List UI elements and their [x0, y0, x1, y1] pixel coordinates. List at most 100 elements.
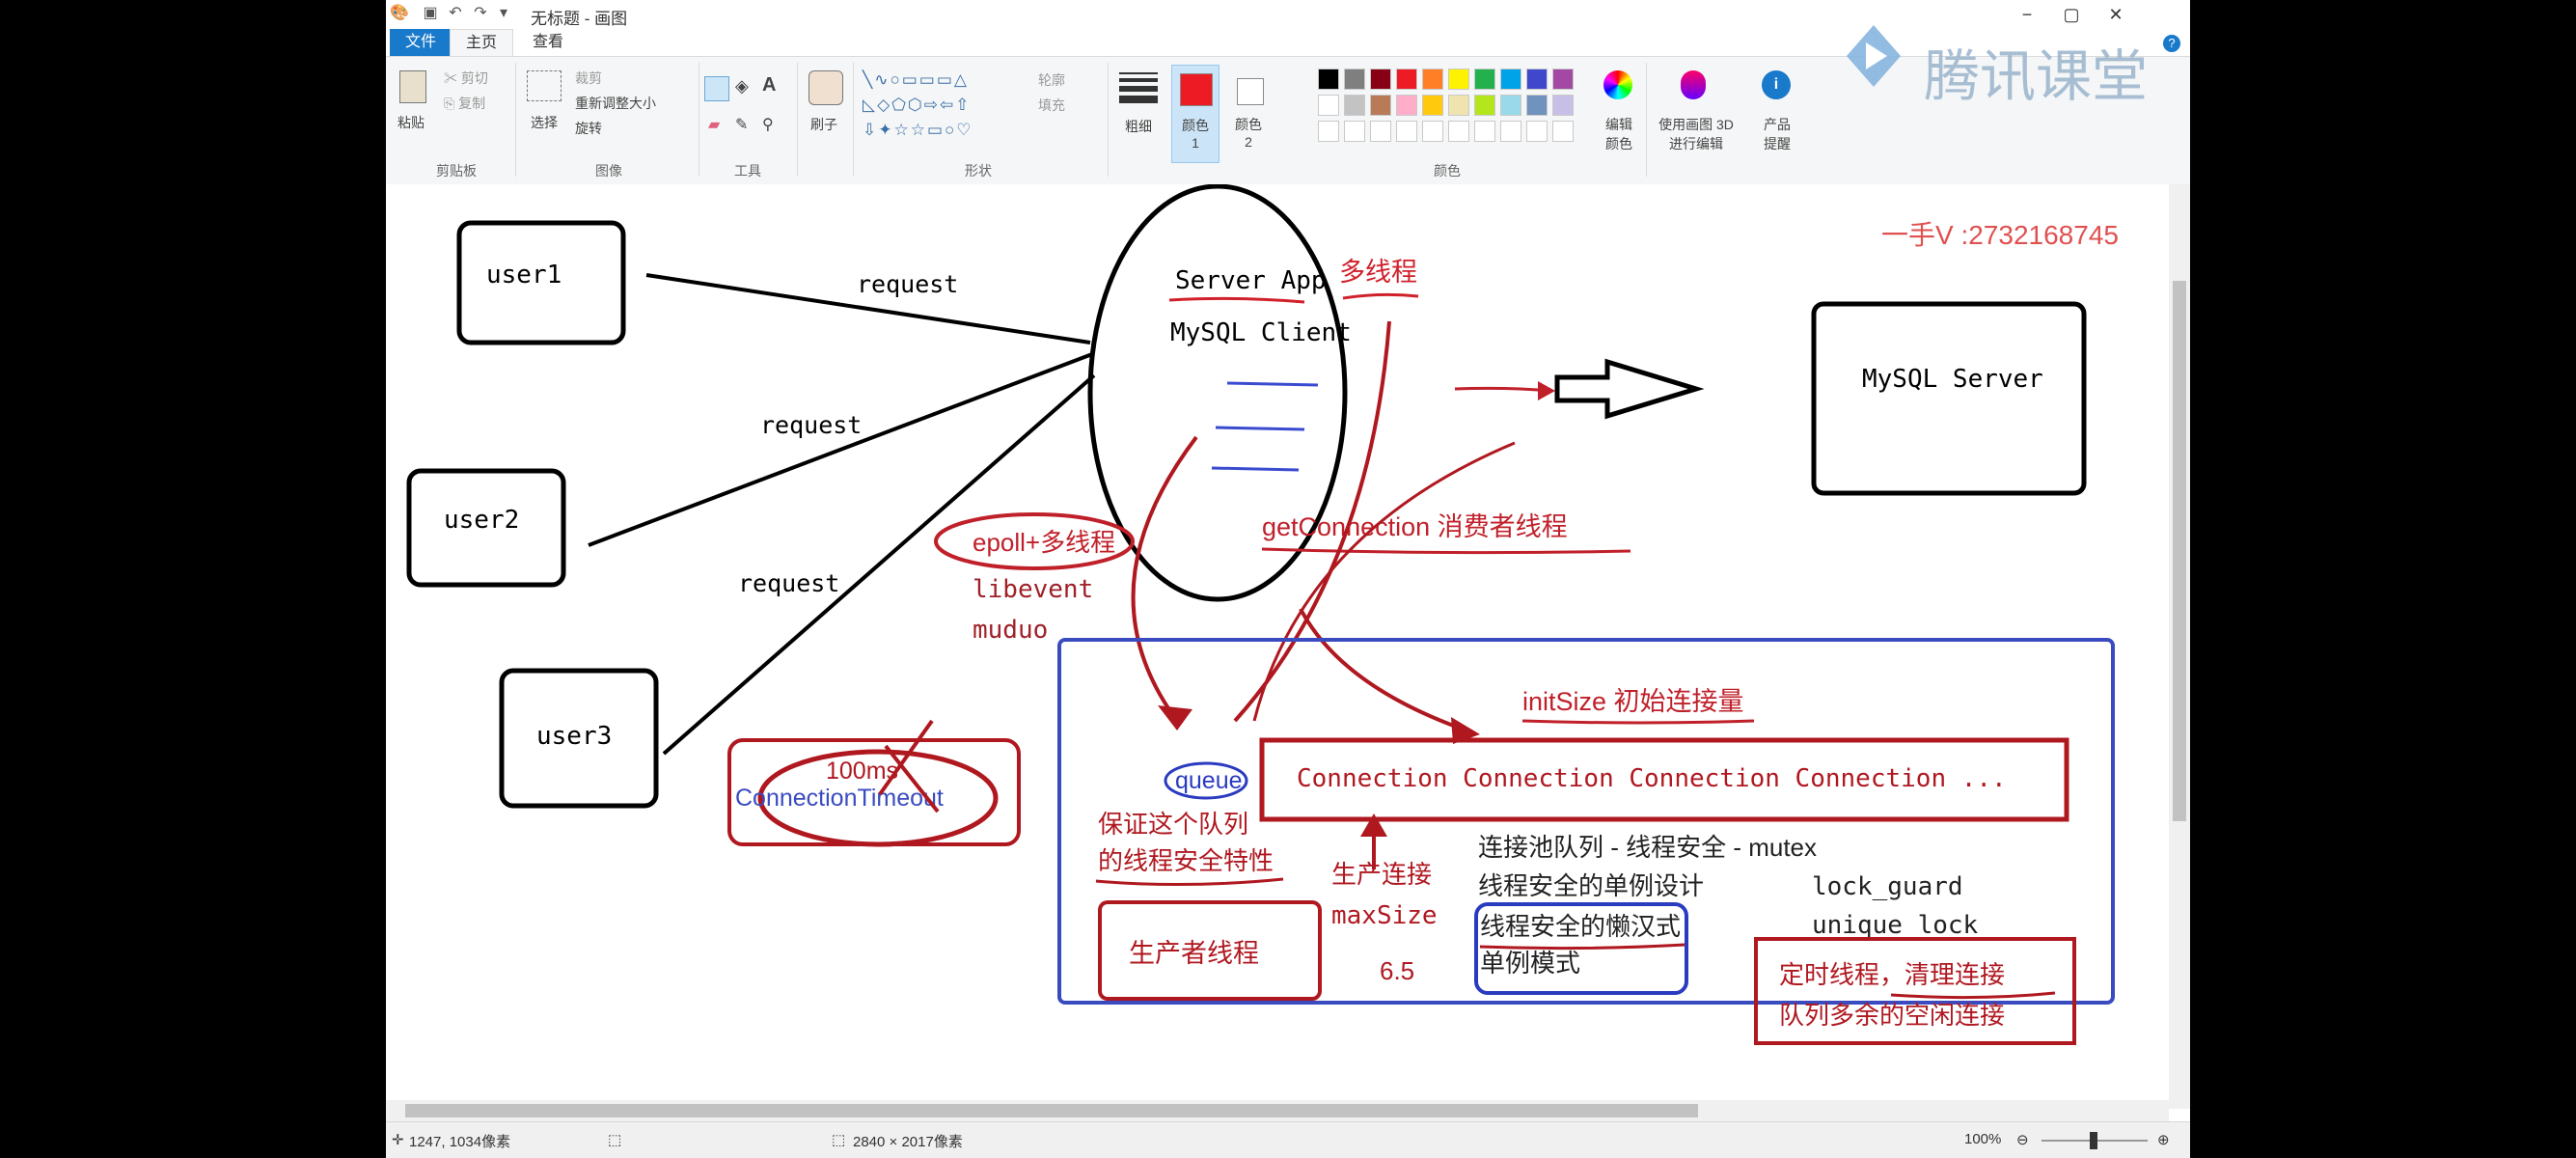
- paste-button[interactable]: 粘贴: [397, 113, 425, 132]
- epoll-label: epoll+多线程: [973, 528, 1115, 557]
- copy-button[interactable]: ⎘ 复制: [444, 94, 485, 113]
- redo-icon[interactable]: ↷: [471, 4, 490, 23]
- color-picker-icon[interactable]: ✎: [735, 115, 748, 134]
- pencil-icon[interactable]: [704, 76, 729, 101]
- shapes-row-1[interactable]: ╲∿○▭▭▭△: [863, 70, 969, 90]
- palette-custom-swatch[interactable]: [1448, 121, 1469, 142]
- fill-icon[interactable]: ◈: [735, 76, 749, 96]
- palette-color-swatch[interactable]: [1526, 69, 1548, 90]
- drawing-surface[interactable]: user1 user2 user3 request request reques…: [386, 184, 2169, 1100]
- multithread-label: 多线程: [1339, 258, 1417, 287]
- vertical-scroll-thumb[interactable]: [2173, 281, 2186, 821]
- clipboard-group-label: 剪贴板: [436, 163, 477, 179]
- server-app-label: Server App: [1175, 266, 1327, 295]
- palette-color-swatch[interactable]: [1474, 95, 1495, 116]
- eraser-icon[interactable]: ▰: [708, 115, 720, 134]
- palette-color-swatch[interactable]: [1448, 69, 1469, 90]
- minimize-button[interactable]: −: [2005, 0, 2049, 29]
- size-button[interactable]: 粗细: [1125, 117, 1152, 136]
- palette-color-swatch[interactable]: [1318, 95, 1339, 116]
- palette-color-swatch[interactable]: [1500, 69, 1521, 90]
- connections-label: Connection Connection Connection Connect…: [1297, 764, 2007, 793]
- palette-custom-swatch[interactable]: [1474, 121, 1495, 142]
- palette-color-swatch[interactable]: [1344, 95, 1365, 116]
- palette-custom-swatch[interactable]: [1552, 121, 1574, 142]
- zoom-in-button[interactable]: ⊕: [2157, 1131, 2170, 1148]
- contact-label: 一手V :2732168745: [1881, 220, 2119, 250]
- palette-color-swatch[interactable]: [1526, 95, 1548, 116]
- tencent-classroom-watermark: 腾讯课堂: [1833, 19, 2148, 109]
- maximize-button[interactable]: ▢: [2049, 0, 2094, 29]
- help-icon[interactable]: ?: [2163, 35, 2180, 52]
- palette-color-swatch[interactable]: [1370, 69, 1391, 90]
- palette-custom-swatch[interactable]: [1500, 121, 1521, 142]
- palette-color-swatch[interactable]: [1318, 69, 1339, 90]
- tab-home[interactable]: 主页: [450, 29, 514, 57]
- info-icon[interactable]: i: [1762, 70, 1791, 99]
- palette-color-swatch[interactable]: [1344, 69, 1365, 90]
- paint3d-button[interactable]: 使用画图 3D 进行编辑: [1658, 115, 1735, 153]
- zoom-out-button[interactable]: ⊖: [2016, 1131, 2029, 1148]
- tab-view[interactable]: 查看: [517, 29, 579, 56]
- palette-custom-swatch[interactable]: [1370, 121, 1391, 142]
- palette-color-swatch[interactable]: [1500, 95, 1521, 116]
- palette-color-swatch[interactable]: [1422, 69, 1443, 90]
- palette-color-swatch[interactable]: [1552, 69, 1574, 90]
- zoom-slider-thumb[interactable]: [2090, 1132, 2097, 1149]
- palette-color-swatch[interactable]: [1474, 69, 1495, 90]
- request-line-3: [662, 373, 1096, 756]
- paste-icon[interactable]: [399, 70, 426, 103]
- select-button[interactable]: 选择: [531, 113, 558, 132]
- status-bar: ✛ 1247, 1034像素 ⬚ ⬚ 2840 × 2017像素 100% ⊖ …: [386, 1121, 2190, 1158]
- crop-button[interactable]: 裁剪: [575, 69, 602, 88]
- magnifier-icon[interactable]: ⚲: [762, 115, 774, 134]
- horizontal-scrollbar[interactable]: [386, 1100, 2169, 1121]
- select-icon[interactable]: [527, 70, 562, 101]
- queue-note-2: 的线程安全特性: [1098, 846, 1274, 875]
- drawing-canvas[interactable]: user1 user2 user3 request request reques…: [386, 184, 2190, 1121]
- close-button[interactable]: ✕: [2094, 0, 2138, 29]
- palette-color-swatch[interactable]: [1448, 95, 1469, 116]
- palette-custom-swatch[interactable]: [1318, 121, 1339, 142]
- canvas-size-icon: ⬚: [832, 1132, 846, 1148]
- color2-button[interactable]: 颜色 2: [1225, 65, 1272, 161]
- paint-app-icon: 🎨: [390, 5, 409, 21]
- color1-button[interactable]: 颜色 1: [1171, 65, 1219, 163]
- palette-color-swatch[interactable]: [1396, 69, 1417, 90]
- shapes-row-3[interactable]: ⇩✦☆☆▭○♡: [863, 121, 973, 140]
- palette-custom-swatch[interactable]: [1526, 121, 1548, 142]
- request-label-3: request: [738, 569, 839, 597]
- palette-custom-swatch[interactable]: [1396, 121, 1417, 142]
- init-size-label: initSize 初始连接量: [1522, 687, 1744, 716]
- vertical-scrollbar[interactable]: [2169, 184, 2190, 1109]
- palette-color-swatch[interactable]: [1396, 95, 1417, 116]
- lock-guard-label: lock_guard: [1812, 872, 1963, 901]
- shapes-row-2[interactable]: ◺◇⬠⬡⇨⇦⇧: [863, 96, 972, 115]
- timer-label-1: 定时线程，清理连接: [1779, 960, 2005, 989]
- undo-icon[interactable]: ↶: [446, 4, 465, 23]
- text-icon[interactable]: A: [762, 74, 776, 96]
- fill-shape-button[interactable]: 填充: [1038, 96, 1065, 115]
- brush-icon[interactable]: [808, 70, 843, 105]
- palette-custom-swatch[interactable]: [1422, 121, 1443, 142]
- outline-button[interactable]: 轮廓: [1038, 70, 1065, 90]
- horizontal-scroll-thumb[interactable]: [405, 1104, 1698, 1117]
- palette-custom-swatch[interactable]: [1344, 121, 1365, 142]
- pool-queue-label: 连接池队列 - 线程安全 - mutex: [1478, 833, 1817, 862]
- rotate-button[interactable]: 旋转: [575, 119, 602, 138]
- palette-color-swatch[interactable]: [1422, 95, 1443, 116]
- palette-color-swatch[interactable]: [1552, 95, 1574, 116]
- palette-color-swatch[interactable]: [1370, 95, 1391, 116]
- save-icon[interactable]: ▣: [421, 4, 440, 23]
- customize-dropdown-icon[interactable]: ▾: [494, 4, 513, 23]
- cut-button[interactable]: ✂ 剪切: [444, 69, 488, 88]
- edit-colors-icon[interactable]: [1603, 70, 1632, 99]
- paint3d-icon[interactable]: [1681, 70, 1706, 99]
- brushes-button[interactable]: 刷子: [810, 115, 837, 134]
- edit-colors-button[interactable]: 编辑颜色: [1602, 115, 1636, 153]
- size-icon[interactable]: [1119, 72, 1158, 103]
- resize-button[interactable]: 重新调整大小: [575, 94, 656, 113]
- product-alert-button[interactable]: 产品提醒: [1760, 115, 1795, 153]
- tab-file[interactable]: 文件: [390, 29, 452, 56]
- lazy-label-1: 线程安全的懒汉式: [1480, 912, 1681, 941]
